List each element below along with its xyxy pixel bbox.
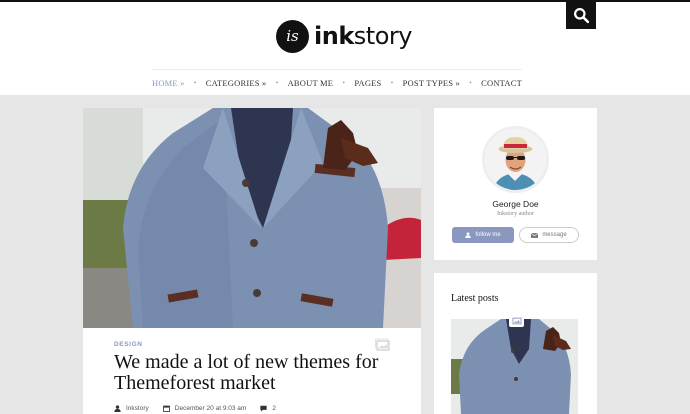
post-featured-image[interactable] xyxy=(83,108,421,328)
nav-item-pages[interactable]: PAGES xyxy=(354,78,381,88)
post-title[interactable]: We made a lot of new themes for Themefor… xyxy=(114,352,404,394)
latest-posts-widget: Latest posts xyxy=(434,273,597,414)
envelope-icon xyxy=(531,232,539,238)
post-category-link[interactable]: DESIGN xyxy=(114,341,143,348)
user-icon xyxy=(465,232,472,238)
photo-icon xyxy=(375,338,390,351)
post-author-name: Inkstory xyxy=(126,405,149,412)
nav-item-categories[interactable]: CATEGORIES » xyxy=(206,78,267,88)
nav-item-contact[interactable]: CONTACT xyxy=(481,78,522,88)
nav-item-post-types[interactable]: POST TYPES » xyxy=(403,78,460,88)
featured-post-card: DESIGN We made a lot of new themes for T… xyxy=(83,108,421,414)
nav-separator: • xyxy=(193,79,197,87)
main-nav: HOME » • CATEGORIES » • ABOUT ME • PAGES… xyxy=(152,69,522,96)
post-author[interactable]: Inkstory xyxy=(114,405,149,412)
nav-item-home[interactable]: HOME » xyxy=(152,78,185,88)
post-date-text: December 20 at 9:03 am xyxy=(174,405,247,412)
site-logo[interactable]: is inkstory xyxy=(276,19,412,53)
user-icon xyxy=(114,405,121,412)
follow-button[interactable]: follow me xyxy=(452,227,514,243)
calendar-icon xyxy=(162,405,170,412)
follow-button-label: follow me xyxy=(475,232,501,238)
post-meta: Inkstory December 20 at 9:03 am 2 xyxy=(114,405,290,412)
logo-wordmark: inkstory xyxy=(314,22,412,50)
photo-icon xyxy=(512,317,521,324)
author-photo xyxy=(485,129,546,190)
avatar[interactable] xyxy=(482,126,549,193)
nav-separator: • xyxy=(469,79,472,87)
search-icon xyxy=(573,8,589,24)
logo-badge: is xyxy=(276,19,309,53)
author-role: Inkstory author xyxy=(497,211,534,217)
message-button[interactable]: message xyxy=(519,227,579,243)
post-date: December 20 at 9:03 am xyxy=(162,405,247,412)
nav-separator: • xyxy=(275,79,279,87)
site-header: is inkstory HOME » • CATEGORIES » • ABOU… xyxy=(0,2,690,95)
nav-separator: • xyxy=(342,79,346,87)
thumbnail-format-badge xyxy=(509,314,524,327)
post-comments[interactable]: 2 xyxy=(260,405,276,412)
comment-icon xyxy=(260,405,267,412)
post-body: DESIGN We made a lot of new themes for T… xyxy=(83,328,421,414)
author-name: George Doe xyxy=(492,199,539,209)
author-widget: George Doe Inkstory author follow me mes… xyxy=(434,108,597,260)
message-button-label: message xyxy=(542,232,567,238)
search-button[interactable] xyxy=(566,2,596,29)
nav-item-about-me[interactable]: ABOUT ME xyxy=(288,78,334,88)
latest-posts-title: Latest posts xyxy=(451,293,499,304)
latest-post-thumbnail[interactable] xyxy=(451,319,578,414)
nav-separator: • xyxy=(390,79,394,87)
post-comment-count: 2 xyxy=(272,405,276,412)
